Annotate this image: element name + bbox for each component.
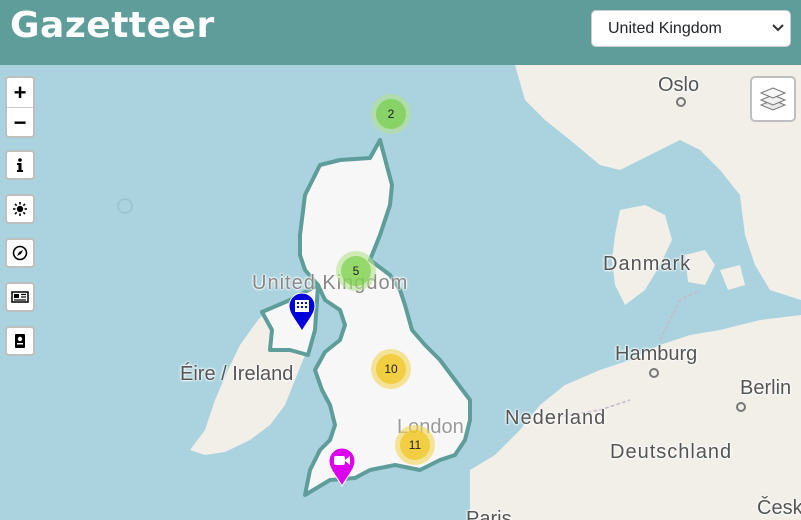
webcam-marker[interactable] — [327, 447, 357, 487]
country-select[interactable]: United Kingdom — [591, 10, 791, 47]
newspaper-icon — [11, 291, 29, 303]
city-dot-icon — [649, 368, 659, 378]
weather-button[interactable] — [5, 194, 35, 224]
cluster-count: 2 — [376, 99, 406, 129]
airport-marker[interactable] — [287, 292, 317, 332]
compass-icon — [12, 245, 28, 261]
country-select-value: United Kingdom — [608, 20, 722, 37]
map[interactable]: Oslo Danmark United Kingdom Éire / Irela… — [0, 65, 801, 520]
marker-cluster[interactable]: 10 — [371, 349, 411, 389]
city-dot-icon — [676, 97, 686, 107]
cluster-count: 11 — [400, 430, 430, 460]
label-berlin: Berlin — [740, 377, 792, 399]
book-icon — [15, 334, 25, 348]
label-paris: Paris — [466, 508, 512, 520]
cluster-count: 10 — [376, 354, 406, 384]
label-danmark: Danmark — [603, 253, 692, 275]
sun-icon — [13, 202, 27, 216]
cluster-count: 5 — [341, 256, 371, 286]
news-button[interactable] — [5, 282, 35, 312]
label-nederland: Nederland — [505, 407, 607, 429]
marker-cluster[interactable]: 11 — [395, 425, 435, 465]
label-united-kingdom: United Kingdom — [252, 272, 409, 294]
label-cesko: Česk — [757, 497, 801, 519]
brand-title: Gazetteer — [10, 5, 215, 46]
zoom-out-button[interactable]: − — [7, 108, 33, 136]
marker-cluster[interactable]: 2 — [371, 94, 411, 134]
compass-button[interactable] — [5, 238, 35, 268]
info-button[interactable] — [5, 150, 35, 180]
info-icon — [17, 158, 23, 172]
marker-cluster[interactable]: 5 — [336, 251, 376, 291]
navbar: Gazetteer United Kingdom — [0, 0, 801, 65]
label-oslo: Oslo — [658, 74, 700, 96]
building-icon — [295, 300, 309, 312]
chevron-down-icon — [772, 24, 784, 32]
zoom-control: + − — [5, 76, 35, 138]
label-deutschland: Deutschland — [610, 441, 733, 463]
zoom-in-button[interactable]: + — [7, 78, 33, 108]
label-eire: Éire / Ireland — [180, 363, 294, 385]
wiki-button[interactable] — [5, 326, 35, 356]
city-dot-icon — [736, 402, 746, 412]
layers-button[interactable] — [750, 76, 796, 122]
layers-icon — [759, 87, 787, 111]
label-hamburg: Hamburg — [615, 343, 698, 365]
